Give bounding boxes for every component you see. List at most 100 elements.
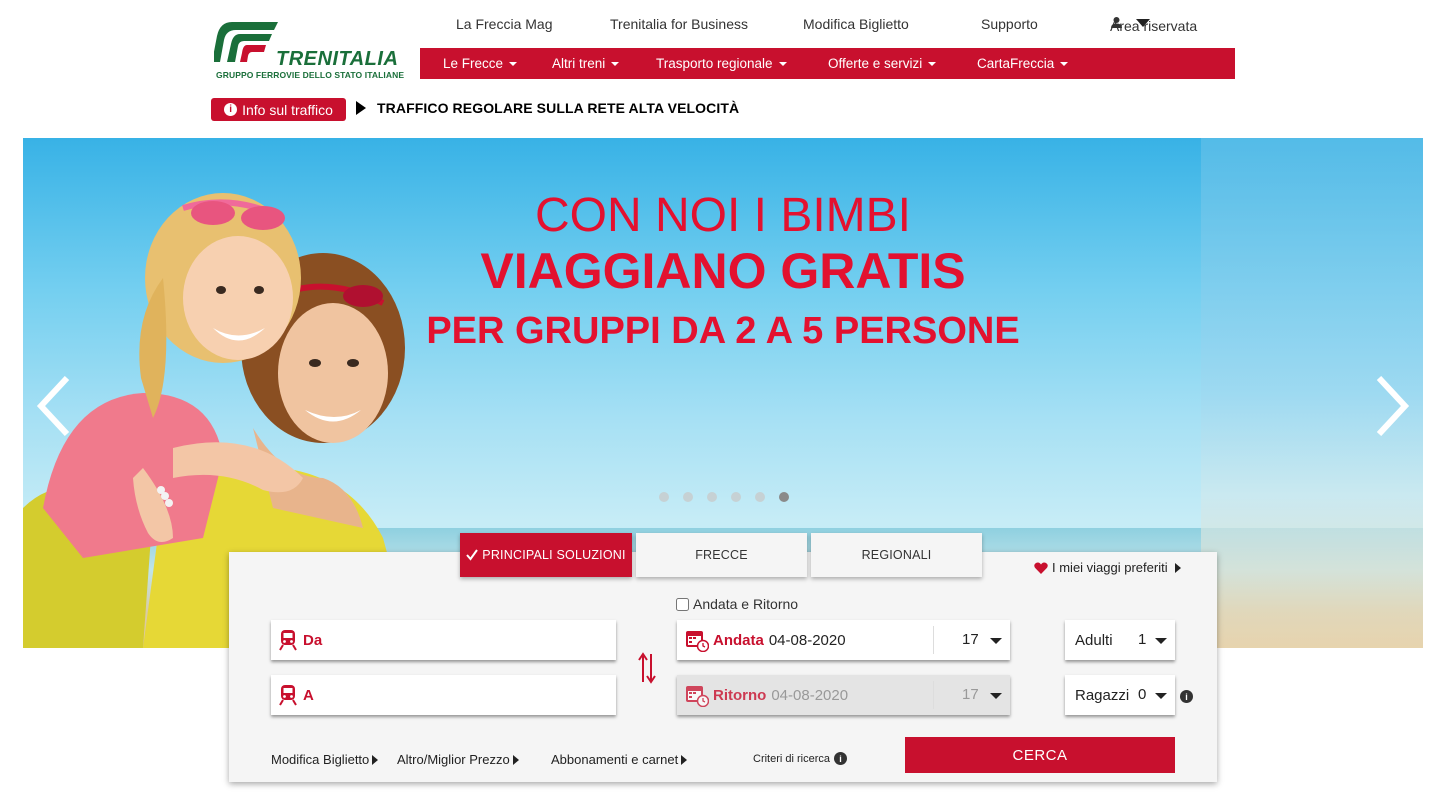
chevron-down-icon: [1155, 693, 1167, 699]
traffic-info-label: Info sul traffico: [242, 101, 333, 118]
to-label: A: [303, 686, 314, 704]
arrow-right-icon: [512, 754, 519, 765]
arrow-right-icon: [1174, 562, 1181, 573]
link-miglior-prezzo[interactable]: Altro/Miglior Prezzo: [397, 752, 519, 767]
calendar-clock-icon: [686, 686, 709, 707]
link-abbonamenti[interactable]: Abbonamenti e carnet: [551, 752, 688, 767]
menu-le-frecce[interactable]: Le Frecce: [443, 56, 518, 71]
menu-altri-treni-label: Altri treni: [552, 56, 606, 71]
from-station-input[interactable]: Da: [271, 620, 616, 660]
adults-label: Adulti: [1075, 631, 1113, 649]
caret-down-icon: [1060, 62, 1069, 67]
caret-down-icon: [611, 62, 620, 67]
top-nav: La Freccia Mag Trenitalia for Business M…: [420, 14, 1235, 34]
info-icon[interactable]: i: [1180, 690, 1193, 703]
nav-modifica-biglietto[interactable]: Modifica Biglietto: [803, 16, 909, 32]
round-trip-option[interactable]: Andata e Ritorno: [676, 596, 798, 612]
chevron-down-icon: [990, 638, 1002, 644]
nav-freccia-mag[interactable]: La Freccia Mag: [456, 16, 552, 32]
link-abbonamenti-label: Abbonamenti e carnet: [551, 752, 679, 767]
to-station-input[interactable]: A: [271, 675, 616, 715]
carousel-dot[interactable]: [731, 492, 741, 502]
caret-down-icon: [928, 62, 937, 67]
carousel-dot[interactable]: [683, 492, 693, 502]
info-icon: i: [224, 103, 238, 116]
favorites-label: I miei viaggi preferiti: [1052, 560, 1168, 575]
info-icon: i: [834, 752, 848, 765]
tab-regionali[interactable]: REGIONALI: [811, 533, 982, 577]
menu-cartafreccia[interactable]: CartaFreccia: [977, 56, 1069, 71]
round-trip-label: Andata e Ritorno: [693, 596, 799, 612]
brand-name: TRENITALIA: [276, 48, 399, 70]
hero-title-line2: VIAGGIANO GRATIS: [480, 243, 966, 299]
fs-logo-icon: [214, 22, 278, 62]
favorites-link[interactable]: I miei viaggi preferiti: [1034, 560, 1181, 575]
adults-value: 1: [1138, 631, 1147, 648]
departure-label: Andata: [713, 631, 764, 649]
hero-title-line1: CON NOI I BIMBI: [534, 189, 912, 242]
from-label: Da: [303, 631, 323, 649]
hero-title-line3: PER GRUPPI DA 2 A 5 PERSONE: [426, 310, 1020, 352]
train-icon: [279, 685, 297, 706]
departure-date-value: 04-08-2020: [768, 631, 846, 649]
trenitalia-logo[interactable]: TRENITALIA GRUPPO FERROVIE DELLO STATO I…: [214, 18, 404, 80]
train-icon: [279, 630, 297, 651]
kids-label: Ragazzi: [1075, 686, 1130, 704]
arrow-right-icon: [372, 754, 379, 765]
menu-le-frecce-label: Le Frecce: [443, 56, 504, 71]
carousel-dot-active[interactable]: [779, 492, 789, 502]
divider: [933, 681, 934, 709]
swap-stations-icon[interactable]: [638, 652, 656, 684]
heart-icon: [1034, 562, 1048, 574]
carousel-prev-icon[interactable]: [35, 376, 75, 436]
nav-business[interactable]: Trenitalia for Business: [610, 16, 748, 32]
menu-offerte-servizi-label: Offerte e servizi: [828, 56, 923, 71]
carousel-next-icon[interactable]: [1371, 376, 1411, 436]
return-date-value: 04-08-2020: [771, 686, 849, 704]
play-arrow-icon: [356, 101, 366, 115]
menu-altri-treni[interactable]: Altri treni: [552, 56, 620, 71]
round-trip-checkbox[interactable]: [676, 597, 689, 611]
nav-supporto[interactable]: Supporto: [981, 16, 1038, 32]
tab-principali-soluzioni[interactable]: PRINCIPALI SOLUZIONI: [460, 533, 632, 577]
checkmark-icon: [466, 549, 479, 561]
brand-subtitle: GRUPPO FERROVIE DELLO STATO ITALIANE: [216, 70, 405, 80]
menu-trasporto-regionale[interactable]: Trasporto regionale: [656, 56, 787, 71]
traffic-status: TRAFFICO REGOLARE SULLA RETE ALTA VELOCI…: [377, 100, 740, 116]
carousel-dot[interactable]: [755, 492, 765, 502]
menu-offerte-servizi[interactable]: Offerte e servizi: [828, 56, 937, 71]
return-hour-value: 17: [962, 686, 979, 703]
traffic-info-button[interactable]: i Info sul traffico: [211, 98, 346, 121]
chevron-down-icon: [990, 693, 1002, 699]
chevron-down-icon: [1155, 638, 1167, 644]
menu-cartafreccia-label: CartaFreccia: [977, 56, 1055, 71]
return-label: Ritorno: [713, 686, 767, 704]
tab-frecce[interactable]: FRECCE: [636, 533, 807, 577]
area-riservata-label: Area riservata: [1110, 18, 1198, 34]
search-criteria-label: Criteri di ricerca: [753, 752, 831, 765]
return-date-input[interactable]: Ritorno 04-08-2020 17: [677, 675, 1010, 715]
search-criteria-link[interactable]: Criteri di ricerca i: [753, 752, 848, 765]
caret-down-icon: [509, 62, 518, 67]
carousel-dot[interactable]: [659, 492, 669, 502]
departure-hour-value: 17: [962, 631, 979, 648]
tab-principali-label: PRINCIPALI SOLUZIONI: [482, 548, 626, 562]
caret-down-icon: [778, 62, 787, 67]
area-riservata-menu[interactable]: Area riservata: [1110, 16, 1197, 34]
link-miglior-prezzo-label: Altro/Miglior Prezzo: [397, 752, 510, 767]
search-button[interactable]: CERCA: [905, 737, 1175, 773]
tab-regionali-label: REGIONALI: [861, 548, 932, 562]
calendar-clock-icon: [686, 631, 709, 652]
kids-select[interactable]: Ragazzi 0: [1065, 675, 1175, 715]
menu-trasporto-regionale-label: Trasporto regionale: [656, 56, 773, 71]
adults-select[interactable]: Adulti 1: [1065, 620, 1175, 660]
carousel-indicators: [659, 492, 789, 502]
link-modifica-biglietto[interactable]: Modifica Biglietto: [271, 752, 379, 767]
tab-frecce-label: FRECCE: [695, 548, 748, 562]
divider: [933, 626, 934, 654]
arrow-right-icon: [681, 754, 688, 765]
departure-date-input[interactable]: Andata 04-08-2020 17: [677, 620, 1010, 660]
main-nav: Le Frecce Altri treni Trasporto regional…: [420, 48, 1235, 79]
carousel-dot[interactable]: [707, 492, 717, 502]
kids-value: 0: [1138, 686, 1147, 703]
